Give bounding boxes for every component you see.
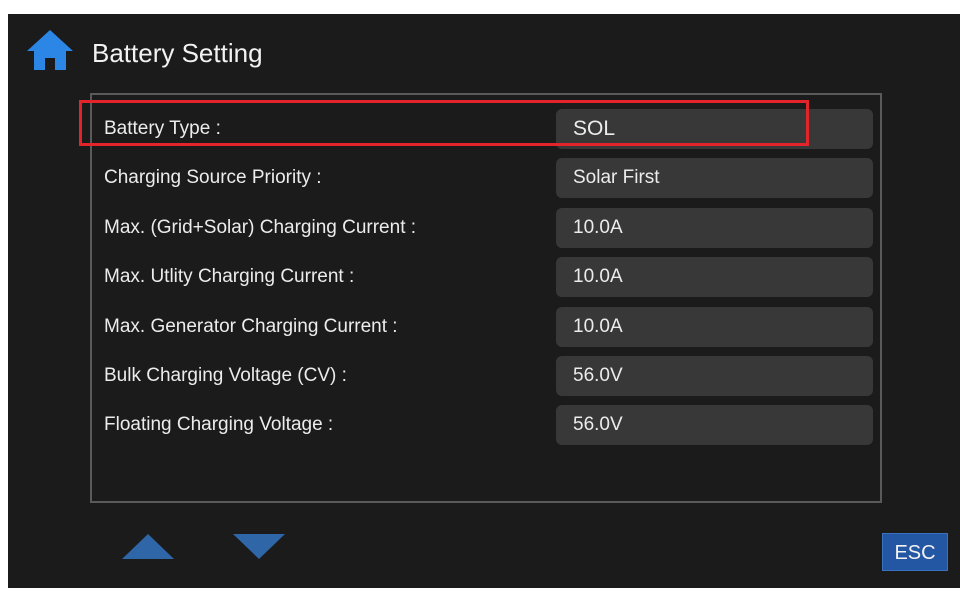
settings-panel: Battery Type : SOL Charging Source Prior… bbox=[90, 93, 882, 503]
setting-row-max-utility-charging-current[interactable]: Max. Utlity Charging Current : 10.0A bbox=[92, 257, 880, 297]
arrow-down-icon[interactable] bbox=[233, 534, 285, 559]
setting-row-battery-type[interactable]: Battery Type : SOL bbox=[92, 109, 880, 149]
setting-row-max-grid-solar-charging-current[interactable]: Max. (Grid+Solar) Charging Current : 10.… bbox=[92, 208, 880, 248]
setting-value-field[interactable]: 56.0V bbox=[556, 405, 873, 445]
arrow-up-icon[interactable] bbox=[122, 534, 174, 559]
setting-label: Max. (Grid+Solar) Charging Current : bbox=[104, 217, 417, 238]
setting-label: Bulk Charging Voltage (CV) : bbox=[104, 365, 347, 386]
setting-row-max-generator-charging-current[interactable]: Max. Generator Charging Current : 10.0A bbox=[92, 307, 880, 347]
esc-button[interactable]: ESC bbox=[882, 533, 948, 571]
setting-value-field[interactable]: 10.0A bbox=[556, 307, 873, 347]
setting-value-field[interactable]: Solar First bbox=[556, 158, 873, 198]
setting-label: Charging Source Priority : bbox=[104, 167, 322, 188]
setting-label: Floating Charging Voltage : bbox=[104, 414, 334, 435]
page-title: Battery Setting bbox=[92, 38, 263, 68]
setting-value-field[interactable]: 56.0V bbox=[556, 356, 873, 396]
setting-row-charging-source-priority[interactable]: Charging Source Priority : Solar First bbox=[92, 158, 880, 198]
setting-value-field[interactable]: 10.0A bbox=[556, 208, 873, 248]
setting-value-field[interactable]: SOL bbox=[556, 109, 873, 149]
setting-row-floating-charging-voltage[interactable]: Floating Charging Voltage : 56.0V bbox=[92, 405, 880, 445]
setting-label: Battery Type : bbox=[104, 118, 221, 139]
setting-label: Max. Utlity Charging Current : bbox=[104, 266, 355, 287]
setting-value-field[interactable]: 10.0A bbox=[556, 257, 873, 297]
setting-label: Max. Generator Charging Current : bbox=[104, 316, 398, 337]
home-icon[interactable] bbox=[25, 28, 75, 72]
setting-row-bulk-charging-voltage[interactable]: Bulk Charging Voltage (CV) : 56.0V bbox=[92, 356, 880, 396]
battery-setting-screen: Battery Setting Battery Type : SOL Charg… bbox=[8, 14, 960, 588]
